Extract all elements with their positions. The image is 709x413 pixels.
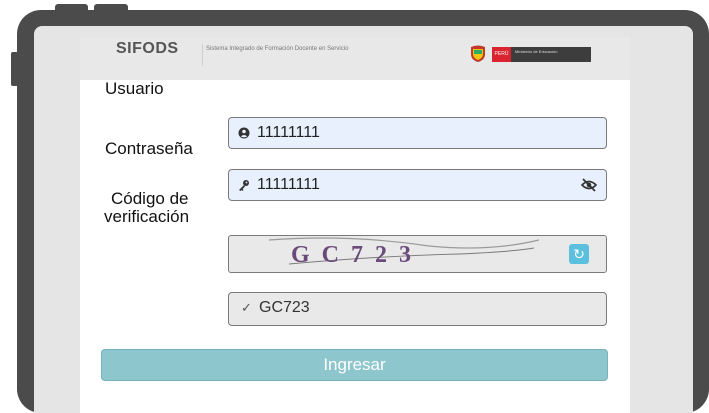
captcha-input-value: GC723	[259, 299, 310, 316]
key-icon	[239, 180, 249, 191]
eye-slash-icon[interactable]	[581, 178, 597, 192]
codigo-label-line1: Código de	[111, 189, 189, 208]
captcha-input[interactable]: ✓ GC723	[228, 292, 607, 326]
coat-of-arms-icon	[471, 45, 485, 62]
brand-divider	[202, 44, 203, 66]
ministry-label: Ministerio de Educación	[511, 47, 591, 62]
captcha-image: GC723 ↻	[228, 235, 607, 273]
contrasena-label: Contraseña	[105, 139, 193, 158]
brand-logo: SIFODS	[116, 40, 179, 57]
user-circle-icon	[238, 127, 250, 139]
usuario-input[interactable]: 11111111	[228, 117, 607, 149]
contrasena-input[interactable]: 11111111	[228, 169, 607, 201]
contrasena-value: 11111111	[257, 176, 320, 193]
government-logo: PERÚ Ministerio de Educación	[469, 44, 591, 65]
peru-label: PERÚ	[492, 47, 511, 62]
usuario-value: 11111111	[257, 124, 320, 141]
brand-subtitle: Sistema Integrado de Formación Docente e…	[206, 46, 349, 52]
codigo-label-line2: verificación	[104, 207, 190, 226]
check-icon: ✓	[241, 300, 252, 315]
refresh-icon: ↻	[573, 246, 585, 262]
captcha-text: GC723	[291, 242, 423, 268]
usuario-label: Usuario	[105, 79, 164, 98]
ingresar-button[interactable]: Ingresar	[101, 349, 608, 381]
captcha-refresh-button[interactable]: ↻	[569, 244, 589, 264]
